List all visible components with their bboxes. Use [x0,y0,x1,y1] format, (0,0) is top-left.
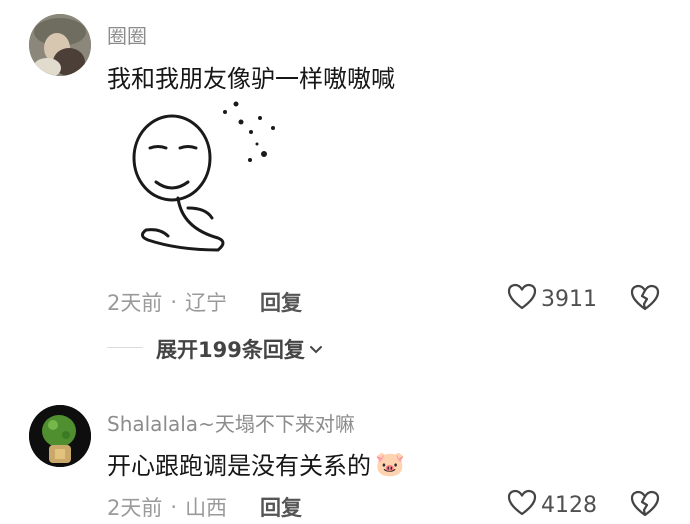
chevron-down-icon [309,340,323,359]
avatar[interactable] [29,405,91,467]
like-button[interactable]: 4128 [507,489,597,521]
comment-meta: 2天前 · 山西 [107,492,227,522]
broken-heart-icon [630,490,660,522]
comment-time: 2天前 [107,496,163,520]
avatar[interactable] [29,14,91,76]
comment-text: 我和我朋友像驴一样嗷嗷喊 [107,65,395,93]
comment-location: 辽宁 [185,291,228,315]
comment-meta: 2天前 · 辽宁 [107,287,227,317]
comment-text-row: 开心跟跑调是没有关系的 🐷 [107,446,405,481]
expand-replies-label: 展开199条回复 [156,338,305,362]
like-button[interactable]: 3911 [507,283,597,315]
expand-divider [107,347,143,348]
comment-location: 山西 [185,496,228,520]
comment-username[interactable]: Shalalala~天塌不下来对嘛 [107,408,355,437]
heart-icon [507,283,537,315]
comment-time: 2天前 [107,291,163,315]
like-count: 4128 [541,492,597,518]
avatar-image [29,405,91,467]
comment-item: 圈圈 我和我朋友像驴一样嗷嗷喊 2天前 · 辽宁 回复 3911 展开199条回… [0,0,690,380]
pig-emoji-icon: 🐷 [375,449,405,478]
heart-icon [507,489,537,521]
expand-replies-button[interactable]: 展开199条回复 [156,334,323,364]
reply-button[interactable]: 回复 [260,492,302,522]
comment-item: Shalalala~天塌不下来对嘛 开心跟跑调是没有关系的 🐷 2天前 · 山西… [0,395,690,524]
comment-text: 开心跟跑调是没有关系的 [107,452,371,480]
dislike-button[interactable] [630,284,660,316]
like-count: 3911 [541,286,597,312]
meme-face-sticker [128,98,288,263]
broken-heart-icon [630,284,660,316]
reply-button[interactable]: 回复 [260,287,302,317]
avatar-image [29,14,91,76]
meta-separator: · [170,290,178,314]
comment-username[interactable]: 圈圈 [107,20,147,49]
dislike-button[interactable] [630,490,660,522]
meta-separator: · [170,495,178,519]
